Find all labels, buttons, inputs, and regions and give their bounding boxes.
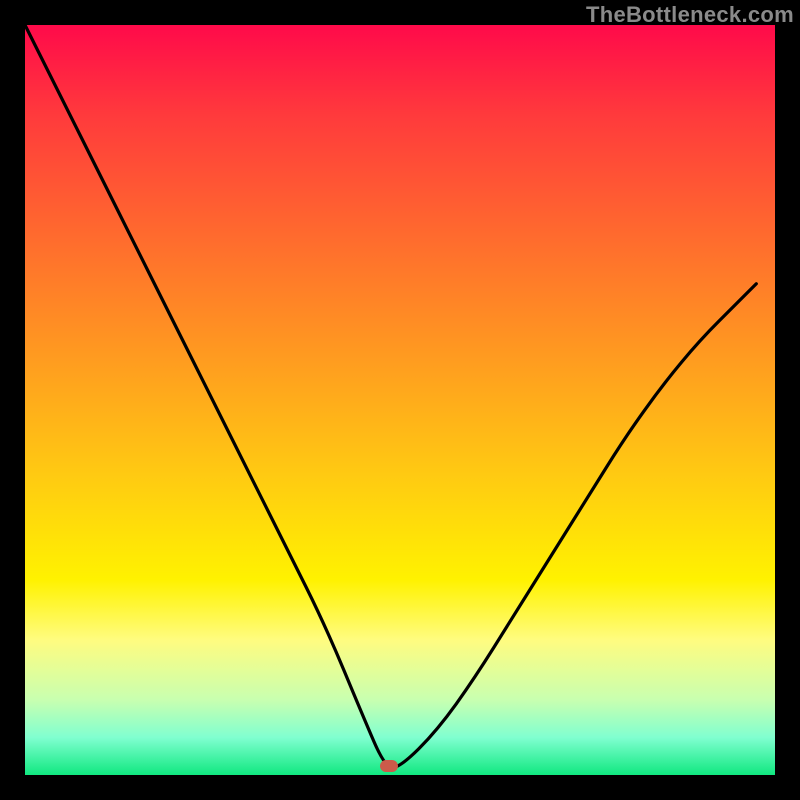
chart-frame: TheBottleneck.com bbox=[0, 0, 800, 800]
optimal-marker bbox=[380, 760, 398, 772]
plot-area bbox=[25, 25, 775, 775]
bottleneck-curve bbox=[25, 25, 775, 775]
